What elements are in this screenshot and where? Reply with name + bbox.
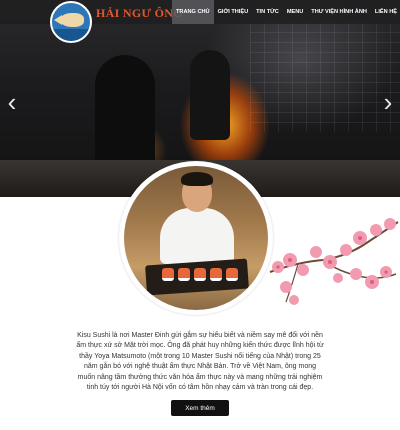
nav-item-home[interactable]: TRANG CHỦ (172, 0, 214, 24)
nav-item-menu[interactable]: MENU (283, 0, 307, 24)
nav-item-news[interactable]: TIN TỨC (252, 0, 283, 24)
chef-portrait (119, 161, 273, 315)
nav-item-about[interactable]: GIỚI THIỆU (214, 0, 253, 24)
fish-logo-icon[interactable] (50, 1, 92, 43)
read-more-button[interactable]: Xem thêm (171, 400, 229, 416)
main-menu: TRANG CHỦ GIỚI THIỆU TIN TỨC MENU THƯ VI… (172, 0, 400, 24)
brand-name[interactable]: HẢI NGƯ ÔNG (96, 6, 183, 21)
nav-item-gallery[interactable]: THƯ VIỆN HÌNH ẢNH (307, 0, 371, 24)
intro-paragraph: Kisu Sushi là nơi Master Đinh gửi gắm sự… (76, 332, 324, 392)
chef-figure (190, 50, 230, 140)
chevron-left-icon[interactable]: ‹ (2, 88, 22, 116)
chevron-right-icon[interactable]: › (378, 88, 398, 116)
nav-item-contact[interactable]: LIÊN HỆ (371, 0, 400, 24)
cherry-blossom-decoration (269, 218, 399, 305)
